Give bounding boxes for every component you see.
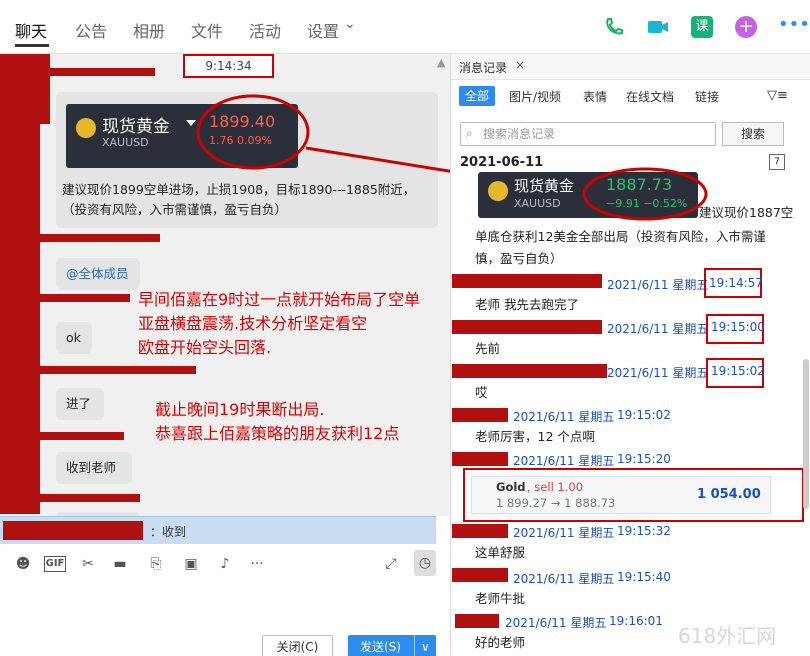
filter-emoji[interactable]: 表情 [583,88,607,105]
message-date: 2021/6/11 星期五 [513,410,615,424]
trade-action: , sell 1.00 [527,480,584,494]
trade-card[interactable]: Gold , sell 1.00 1 899.27 → 1 888.73 1 0… [471,476,771,514]
message-time: 19:15:20 [617,452,671,466]
redaction-mask [452,364,607,378]
search-input[interactable]: 搜索消息记录 [460,122,716,146]
filter-docs[interactable]: 在线文档 [626,88,674,105]
quote-code: XAUUSD [514,197,561,210]
trade-card-highlight: Gold , sell 1.00 1 899.27 → 1 888.73 1 0… [463,468,804,522]
history-tab: 消息记录 × [451,54,810,80]
message-text: 老师 我先去跑完了 [475,297,579,312]
redaction-mask [455,614,499,628]
search-button[interactable]: 搜索 [722,122,784,146]
message-text: 先前 [475,341,501,356]
redaction-mask [452,320,602,334]
reply-text: ：收到 [150,525,187,539]
calendar-icon[interactable]: 7 [769,154,785,170]
document-icon[interactable]: ⎘ [145,554,167,574]
annotation-circle [582,167,708,221]
send-button[interactable]: 发送(S) ∨ [348,635,436,656]
image-icon[interactable]: ▣ [180,554,202,574]
expand-icon[interactable]: ⤢ [380,554,402,574]
redaction-mask [3,521,143,540]
message-text: 单底仓获利12美金全部出局（投资有风险，入市需谨 [475,229,766,244]
redaction-mask [452,524,508,538]
gold-coin-icon [488,181,508,201]
message-text: 老师牛批 [475,591,526,606]
filter-icon[interactable]: ▽≡ [767,88,788,103]
bell-icon[interactable]: ♪ [214,554,236,574]
message-time: 19:16:01 [609,614,663,628]
watermark: 618外汇网 [678,624,777,648]
quote-name: 现货黄金 [514,177,575,195]
message-date: 2021/6/11 星期五 [513,454,615,468]
filter-media[interactable]: 图片/视频 [509,88,561,105]
send-dropdown-icon[interactable]: ∨ [414,635,430,656]
message-text: 老师厉害，12 个点啊 [475,429,595,444]
message-time: 19:15:02 [617,408,671,422]
redaction-mask [452,452,508,466]
filter-all[interactable]: 全部 [459,86,496,106]
message-time: 19:15:40 [617,570,671,584]
filter-links[interactable]: 链接 [695,88,719,105]
history-clock-icon[interactable]: ◷ [414,550,436,576]
reply-bar: ：收到 [0,516,436,544]
redaction-mask [452,274,602,288]
send-label: 发送(S) [360,640,401,654]
more-tools-icon[interactable]: ··· [246,554,268,574]
scissors-icon[interactable]: ✂ [77,554,99,574]
message-time: 19:15:32 [617,524,671,538]
message-time: 19:15:00 [711,320,765,334]
trade-symbol: Gold [496,480,526,494]
search-icon: ⌕ [466,126,473,140]
message-date: 2021/6/11 星期五 [607,278,709,292]
message-date: 2021/6/11 星期五 [505,616,607,630]
filter-row: 全部 图片/视频 表情 在线文档 链接 ▽≡ [451,84,810,110]
message-time: 19:14:57 [709,276,763,290]
message-date: 2021/6/11 星期五 [607,322,709,336]
trade-profit: 1 054.00 [697,487,761,502]
message-input[interactable]: 关闭(C) 发送(S) ∨ [0,580,450,656]
message-time: 19:15:02 [711,364,765,378]
redaction-mask [452,568,508,582]
message-text: 哎 [475,385,488,400]
history-title: 消息记录 [459,61,508,75]
close-button[interactable]: 关闭(C) [262,635,333,656]
redaction-mask [452,408,508,422]
close-icon[interactable]: × [515,58,525,72]
folder-icon[interactable]: ▬ [109,554,131,574]
message-text: 建议现价1887空 [699,205,794,220]
trade-prices: 1 899.27 → 1 888.73 [496,496,616,510]
message-date: 2021/6/11 星期五 [513,572,615,586]
message-date: 2021/6/11 星期五 [607,366,709,380]
date-header: 2021-06-11 [460,155,544,170]
scrollbar[interactable] [803,359,809,509]
gif-icon[interactable]: GIF [44,556,66,572]
message-date: 2021/6/11 星期五 [513,526,615,540]
emoji-icon[interactable]: ☻ [12,554,34,574]
message-text: 这单舒服 [475,545,526,560]
message-history-panel: 消息记录 × 全部 图片/视频 表情 在线文档 链接 ▽≡ 搜索消息记录 ⌕ 搜… [450,54,810,656]
message-text: 好的老师 [475,635,526,650]
input-toolbar: ☻ GIF ✂ ▬ ⎘ ▣ ♪ ··· ⤢ ◷ [0,546,450,580]
message-text: 慎，盈亏自负） [475,251,563,266]
